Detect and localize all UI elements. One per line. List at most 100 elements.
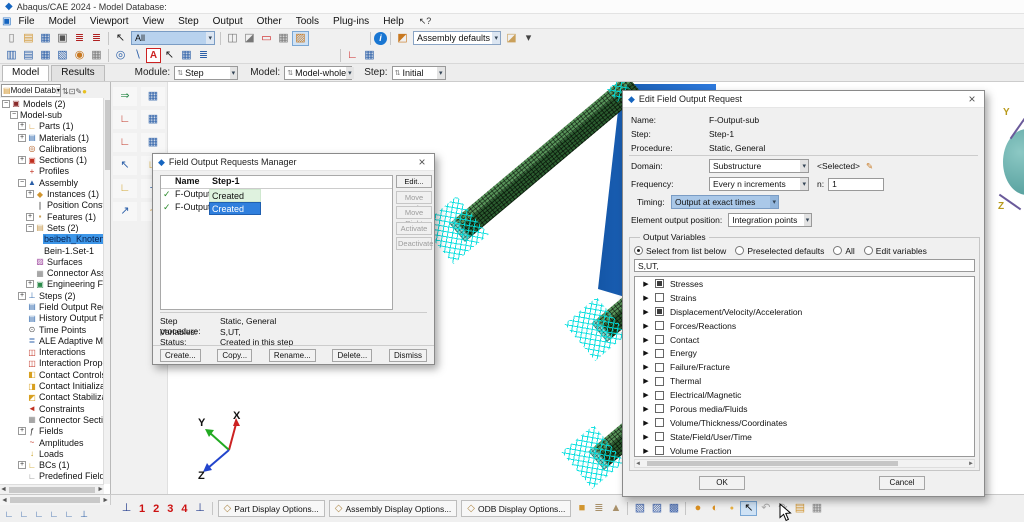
output-variable-row-volume-thickness-coordinates[interactable]: ▶Volume/Thickness/Coordinates	[635, 416, 974, 430]
expand-arrow-icon[interactable]: ▶	[641, 349, 651, 357]
save-display-icon[interactable]: ◫	[224, 31, 241, 46]
tree-item-assembly[interactable]: −▲Assembly	[0, 177, 103, 188]
viewport-single-icon[interactable]: ▧	[54, 48, 71, 63]
expand-arrow-icon[interactable]: ▶	[641, 280, 651, 288]
coordinate-system-icon[interactable]: ∟	[344, 48, 361, 63]
tree-item-beibeh-knoten[interactable]: beibeh_Knoten	[0, 234, 103, 245]
tree-bottom-scrollbar[interactable]: ◄►	[0, 495, 111, 505]
create-step-icon[interactable]: ⇒	[113, 87, 137, 106]
context-help-icon[interactable]: ↖?	[419, 16, 432, 27]
tree-expander-icon[interactable]: +	[26, 280, 34, 288]
output-variable-row-contact[interactable]: ▶Contact	[635, 333, 974, 347]
menu-item-tools[interactable]: Tools	[289, 16, 326, 27]
color-palette-icon[interactable]: ◩	[394, 31, 411, 46]
scroll-right-arrow-icon[interactable]: ►	[97, 486, 104, 493]
output-variable-row-volume-fraction[interactable]: ▶Volume Fraction	[635, 444, 974, 457]
ok-button[interactable]: OK	[699, 476, 745, 490]
import-db-icon[interactable]: ≣	[88, 31, 105, 46]
menu-item-other[interactable]: Other	[250, 16, 289, 27]
output-variable-row-energy[interactable]: ▶Energy	[635, 346, 974, 360]
create-button[interactable]: Create...	[160, 349, 201, 362]
history-output-manager-icon[interactable]: ▦	[141, 133, 165, 152]
output-variable-row-porous-media-fluids[interactable]: ▶Porous media/Fluids	[635, 402, 974, 416]
checkbox[interactable]	[655, 335, 664, 344]
save-icon[interactable]: ▦	[37, 31, 54, 46]
tab-results[interactable]: Results	[51, 65, 104, 81]
tree-item-history-output-reque[interactable]: ▤History Output Reque	[0, 313, 103, 324]
tree-expander-icon[interactable]: −	[10, 111, 18, 119]
menu-item-output[interactable]: Output	[206, 16, 250, 27]
render-style-arrow-icon[interactable]: ▾	[520, 31, 537, 46]
checkbox[interactable]	[655, 321, 664, 330]
tree-item-interactions[interactable]: ◫Interactions	[0, 347, 103, 358]
mesh-ladder-icon[interactable]: ≣	[590, 501, 607, 516]
probe-line-icon[interactable]: ∖	[129, 48, 146, 63]
tree-expander-icon[interactable]: +	[18, 122, 26, 130]
output-variable-row-thermal[interactable]: ▶Thermal	[635, 374, 974, 388]
chevron-down-icon[interactable]: ▾	[346, 67, 354, 79]
request-status[interactable]: Created	[209, 202, 261, 215]
copy-button[interactable]: Copy...	[217, 349, 252, 362]
scroll-left-arrow-icon[interactable]: ◄	[1, 497, 8, 504]
tree-item-materials-1[interactable]: +▤Materials (1)	[0, 132, 103, 143]
tree-item-ale-adaptive-mesh-c[interactable]: ≣ALE Adaptive Mesh C	[0, 335, 103, 346]
step-manager-icon[interactable]: ▦	[141, 87, 165, 106]
query-cursor-icon[interactable]: ↗	[113, 202, 137, 221]
tree-item-contact-controls[interactable]: ◧Contact Controls	[0, 369, 103, 380]
menu-item-model[interactable]: Model	[42, 16, 83, 27]
tree-item-interaction-properties[interactable]: ◫Interaction Properties	[0, 358, 103, 369]
scrollbar-thumb[interactable]	[10, 497, 100, 503]
element-output-select[interactable]: Integration points ▾	[728, 213, 812, 227]
viewport-number-3[interactable]: 3	[167, 503, 173, 515]
viewport-number-4[interactable]: 4	[181, 503, 187, 515]
annotation-list-icon[interactable]: ≣	[195, 48, 212, 63]
expand-arrow-icon[interactable]: ▶	[641, 391, 651, 399]
output-variable-row-displacement-velocity-acceleration[interactable]: ▶Displacement/Velocity/Acceleration	[635, 305, 974, 319]
checkbox[interactable]	[655, 293, 664, 302]
scroll-right-arrow-icon[interactable]: ►	[968, 461, 974, 467]
triad-right-icon[interactable]: ⊥	[192, 501, 209, 516]
chevron-down-icon[interactable]: ▾	[206, 32, 214, 44]
tree-item-amplitudes[interactable]: ~Amplitudes	[0, 437, 103, 448]
tree-item-contact-stabilizations[interactable]: ◩Contact Stabilizations	[0, 392, 103, 403]
checkbox[interactable]	[655, 307, 664, 316]
radio-edit-variables[interactable]: Edit variables	[864, 245, 927, 256]
radio-all[interactable]: All	[833, 245, 854, 256]
view-orientation-5-icon[interactable]: ∟	[62, 507, 76, 522]
chevron-down-icon[interactable]: ▾	[800, 178, 808, 190]
checkbox[interactable]	[655, 377, 664, 386]
radio-icon[interactable]	[864, 246, 873, 255]
dialog-titlebar[interactable]: ◆ Edit Field Output Request ×	[623, 91, 984, 108]
view-orientation-3-icon[interactable]: ∟	[32, 507, 46, 522]
delete-button[interactable]: Delete...	[332, 349, 372, 362]
print-icon[interactable]: ▣	[54, 31, 71, 46]
selection-filter-select[interactable]: All▾	[131, 31, 215, 45]
module-select[interactable]: ⇅ Step ▾	[174, 66, 238, 80]
view-cut-cube-1-icon[interactable]: ▧	[631, 501, 648, 516]
shaded-cube-icon[interactable]: ■	[573, 501, 590, 516]
chevron-down-icon[interactable]: ▾	[804, 214, 812, 226]
query-tools-icon[interactable]: ▤	[791, 501, 808, 516]
expand-arrow-icon[interactable]: ▶	[641, 308, 651, 316]
color-mappings-select[interactable]: Assembly defaults▾	[413, 31, 501, 45]
tree-item-engineering-featu[interactable]: +▣Engineering Featu	[0, 279, 103, 290]
viewport-tile-vertical-icon[interactable]: ▤	[20, 48, 37, 63]
undo-icon[interactable]: ↶	[757, 501, 774, 516]
dismiss-button[interactable]: Dismiss	[389, 349, 427, 362]
tree-item-instances-1[interactable]: +◆Instances (1)	[0, 188, 103, 199]
tree-item-features-1[interactable]: +▪Features (1)	[0, 211, 103, 222]
export-db-icon[interactable]: ≣	[71, 31, 88, 46]
tree-expander-icon[interactable]: +	[18, 461, 26, 469]
customize-window-icon[interactable]: ▦	[808, 501, 825, 516]
expand-arrow-icon[interactable]: ▶	[641, 294, 651, 302]
expand-arrow-icon[interactable]: ▶	[641, 447, 651, 455]
checkbox[interactable]	[655, 391, 664, 400]
tree-item-model-sub[interactable]: −Model-sub	[0, 109, 103, 120]
scrollbar-thumb[interactable]	[105, 100, 110, 170]
triad-options-icon[interactable]: ⊥	[77, 507, 91, 522]
open-folder-icon[interactable]: ▤	[20, 31, 37, 46]
menu-item-viewport[interactable]: Viewport	[83, 16, 136, 27]
radio-icon[interactable]	[833, 246, 842, 255]
expand-arrow-icon[interactable]: ▶	[641, 419, 651, 427]
magnify-icon[interactable]: ◎	[112, 48, 129, 63]
